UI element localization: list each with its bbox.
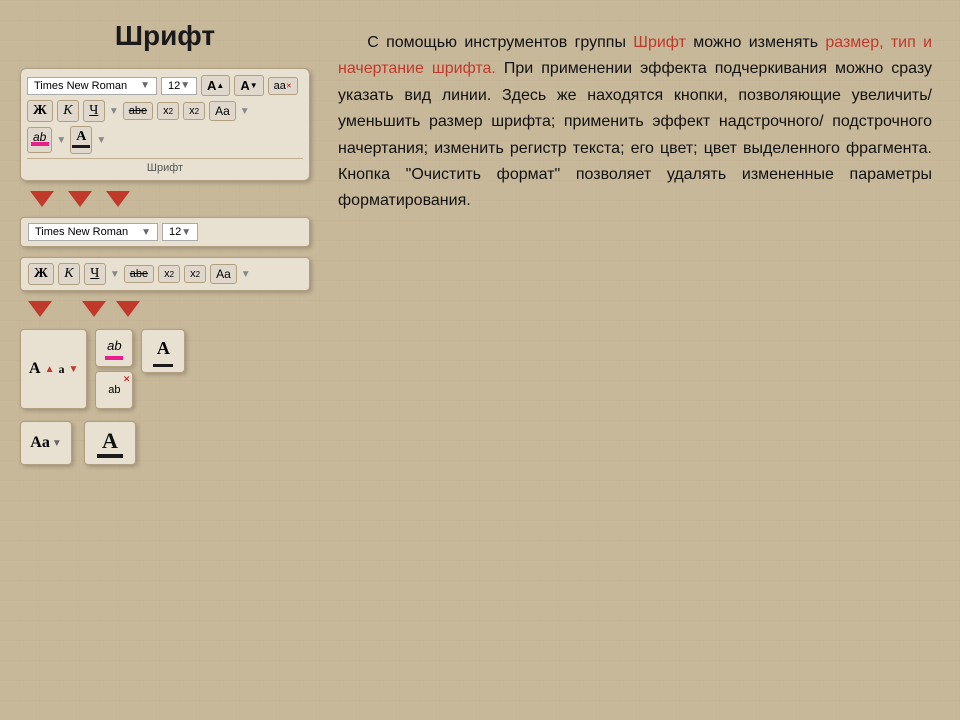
arrow-5 (82, 301, 106, 317)
mini-font-dropdown-arrow: ▼ (141, 227, 151, 238)
font-name-value: Times New Roman (34, 80, 127, 92)
grow-font-sup: ▲ (45, 364, 55, 375)
toolbar-label: Шрифт (27, 158, 303, 174)
underline-button-2[interactable]: Ч (84, 263, 106, 285)
main-toolbar: Times New Roman ▼ 12 ▼ A▲ A▼ aa✕ Ж К Ч ▼… (20, 68, 310, 181)
toolbar-row-2: Ж К Ч ▼ abe x2 x2 Aa ▼ (27, 100, 303, 122)
toolbar-row-3: ab ▼ A ▼ (27, 126, 303, 154)
highlight-color-button[interactable]: ab (27, 127, 52, 153)
arrows-row-1 (20, 191, 310, 207)
font-color-big-box[interactable]: А (84, 421, 136, 465)
bold-button-2[interactable]: Ж (28, 263, 54, 285)
highlight-button-box[interactable]: ab (95, 329, 133, 367)
mini-font-size-dropdown[interactable]: 12 ▼ (162, 223, 198, 241)
arrow-6 (116, 301, 140, 317)
change-case-button[interactable]: Aa (209, 101, 236, 121)
font-color-group: А (141, 329, 185, 409)
italic-button[interactable]: К (57, 100, 79, 122)
subscript-button-2[interactable]: x2 (158, 265, 180, 283)
change-case-box[interactable]: Aa ▼ (20, 421, 72, 465)
strikethrough-button-2[interactable]: abe (124, 265, 154, 283)
font-color-letter-icon: А (157, 338, 170, 359)
change-case-button-2[interactable]: Aa (210, 264, 237, 284)
font-color-underline-icon (153, 364, 173, 367)
arrow-3 (106, 191, 130, 207)
arrow-1 (30, 191, 54, 207)
font-color-box[interactable]: А (141, 329, 185, 373)
right-panel: С помощью инструментов группы Шрифт можн… (330, 20, 940, 700)
clear-format-box[interactable]: ab ✕ (95, 371, 133, 409)
font-color-button[interactable]: A (70, 126, 92, 154)
shrink-font-sup: ▼ (68, 364, 78, 375)
change-case-dropdown-icon: ▼ (52, 438, 62, 449)
superscript-button[interactable]: x2 (183, 102, 205, 120)
font-color-big-icon: А (102, 428, 118, 454)
italic-button-2[interactable]: К (58, 263, 80, 285)
change-case-icon: Aa (30, 434, 50, 452)
highlight-font: Шрифт (633, 34, 686, 51)
mini-font-size-value: 12 (169, 226, 181, 238)
font-size-dropdown-arrow: ▼ (180, 80, 190, 91)
page-title: Шрифт (20, 20, 310, 52)
clear-format-button[interactable]: aa✕ (268, 77, 298, 95)
font-size-value: 12 (168, 80, 180, 92)
format-buttons-row: Ж К Ч ▼ abe x2 x2 Aa ▼ (20, 257, 310, 291)
font-name-dropdown-arrow: ▼ (140, 80, 150, 91)
font-size-dropdown[interactable]: 12 ▼ (161, 77, 197, 95)
font-size-group-box: A ▲ a ▼ (20, 329, 87, 409)
clear-format-icon: ab (108, 384, 120, 396)
shrink-font-icon[interactable]: a (58, 362, 64, 377)
body-text: С помощью инструментов группы Шрифт можн… (338, 30, 932, 215)
left-panel: Шрифт Times New Roman ▼ 12 ▼ A▲ A▼ aa✕ Ж… (20, 20, 310, 700)
toolbar-row-1: Times New Roman ▼ 12 ▼ A▲ A▼ aa✕ (27, 75, 303, 96)
highlight-bar-icon (105, 356, 123, 360)
mini-font-name-dropdown[interactable]: Times New Roman ▼ (28, 223, 158, 241)
mini-toolbar: Times New Roman ▼ 12 ▼ (20, 217, 310, 247)
font-name-dropdown[interactable]: Times New Roman ▼ (27, 77, 157, 95)
font-color-bar (72, 145, 90, 148)
arrow-2 (68, 191, 92, 207)
mini-font-name-value: Times New Roman (35, 226, 128, 238)
shrink-font-button[interactable]: A▼ (234, 75, 263, 96)
highlight-color-bar (31, 142, 49, 146)
grow-font-icon[interactable]: A (29, 360, 41, 378)
grow-font-button[interactable]: A▲ (201, 75, 230, 96)
bottom-row-icons: Aa ▼ А (20, 421, 310, 465)
mini-font-size-dropdown-arrow: ▼ (181, 227, 191, 238)
highlight-group: ab ab ✕ (95, 329, 133, 409)
highlight-icon: ab (107, 338, 121, 353)
bottom-icons-section: A ▲ a ▼ ab ab ✕ А (20, 329, 310, 409)
strikethrough-button[interactable]: abe (123, 102, 153, 120)
clear-format-x-icon: ✕ (123, 374, 131, 385)
font-color-big-bar-icon (97, 454, 123, 458)
superscript-button-2[interactable]: x2 (184, 265, 206, 283)
arrows-row-2 (20, 301, 310, 317)
bold-button[interactable]: Ж (27, 100, 53, 122)
arrow-4 (28, 301, 52, 317)
arrows-row-2b (82, 301, 140, 317)
underline-button[interactable]: Ч (83, 100, 105, 122)
subscript-button[interactable]: x2 (157, 102, 179, 120)
